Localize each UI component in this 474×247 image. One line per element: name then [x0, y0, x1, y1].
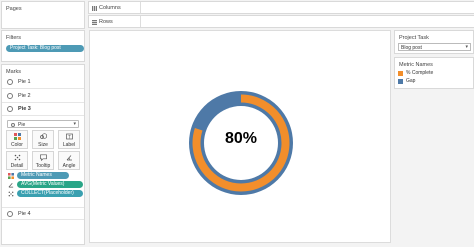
pages-title: Pages [6, 6, 22, 12]
donut-center-label: 80% [224, 130, 258, 147]
rows-shelf-label: Rows [99, 19, 113, 25]
chevron-down-icon: ▾ [73, 121, 76, 127]
filters-card: Filters Project Task: Blog post [1, 30, 85, 62]
columns-shelf-label: Columns [99, 5, 121, 11]
metric-names-legend: Metric Names % Complete Gap [394, 57, 474, 89]
field-pill-avg-metric-values[interactable]: AVG(Metric Values) [17, 181, 83, 188]
marks-tab-pie-3[interactable]: Pie 3 [2, 103, 84, 116]
mark-type-value: Pie [18, 122, 26, 128]
rows-icon [92, 20, 97, 25]
detail-icon [14, 154, 21, 161]
color-card[interactable]: Color [6, 130, 28, 149]
color-icon [8, 173, 14, 179]
marks-tab-pie-4[interactable]: Pie 4 [2, 207, 84, 220]
legend-item-label: % Complete [406, 70, 434, 76]
angle-icon [8, 183, 14, 188]
tooltip-card[interactable]: Tooltip [32, 151, 54, 170]
marks-tab-label: Pie 1 [18, 79, 31, 85]
angle-icon [66, 155, 72, 161]
project-task-value: Blog post [401, 45, 422, 51]
pie-mark-icon [7, 93, 13, 99]
marks-card: Marks Pie 1 Pie 2 Pie 3 Pie ▾ Color Size [1, 64, 85, 245]
detail-icon [8, 191, 14, 197]
mark-type-dropdown[interactable]: Pie ▾ [7, 120, 79, 128]
marks-tab-label: Pie 3 [18, 106, 31, 112]
pages-card: Pages [1, 1, 85, 29]
rows-shelf[interactable]: Rows [88, 15, 474, 28]
legend-swatch [398, 79, 403, 84]
label-card-label: Label [62, 142, 76, 148]
color-card-label: Color [11, 142, 23, 148]
marks-tab-pie-2[interactable]: Pie 2 [2, 90, 84, 103]
pie-mark-icon [7, 106, 13, 112]
pie-mark-icon [7, 79, 13, 85]
filter-pill-project-task[interactable]: Project Task: Blog post [6, 45, 84, 52]
detail-card[interactable]: Detail [6, 151, 28, 170]
tooltip-card-label: Tooltip [35, 163, 51, 169]
field-pill-metric-names[interactable]: Metric Names [17, 172, 69, 179]
chevron-down-icon: ▾ [465, 44, 468, 50]
project-task-card: Project Task Blog post ▾ [394, 30, 474, 54]
legend-swatch [398, 71, 403, 76]
columns-icon [92, 6, 97, 11]
angle-card[interactable]: Angle [58, 151, 80, 170]
label-icon: T [66, 133, 73, 140]
size-card[interactable]: Size [32, 130, 54, 149]
pie-mark-icon [7, 211, 13, 217]
view-canvas[interactable]: 80% [89, 30, 391, 243]
project-task-dropdown[interactable]: Blog post ▾ [398, 43, 471, 51]
size-icon [40, 133, 47, 139]
marks-tab-pie-1[interactable]: Pie 1 [2, 76, 84, 89]
marks-title: Marks [6, 69, 21, 75]
size-card-label: Size [38, 142, 48, 148]
svg-text:T: T [67, 134, 71, 139]
tooltip-icon [40, 154, 47, 161]
angle-card-label: Angle [62, 163, 76, 169]
detail-card-label: Detail [10, 163, 24, 169]
color-icon [14, 133, 21, 140]
pie-mark-icon [11, 122, 15, 127]
project-task-title: Project Task [399, 35, 429, 41]
marks-tab-label: Pie 2 [18, 93, 31, 99]
shelf-divider [140, 2, 141, 13]
label-card[interactable]: T Label [58, 130, 80, 149]
field-pill-collect-placeholder[interactable]: COLLECT(Placeholder) [17, 190, 83, 197]
marks-tab-label: Pie 4 [18, 211, 31, 217]
columns-shelf[interactable]: Columns [88, 1, 474, 14]
legend-item-label: Gap [406, 78, 416, 84]
legend-title: Metric Names [399, 62, 433, 68]
filters-title: Filters [6, 35, 21, 41]
shelf-divider [140, 16, 141, 27]
